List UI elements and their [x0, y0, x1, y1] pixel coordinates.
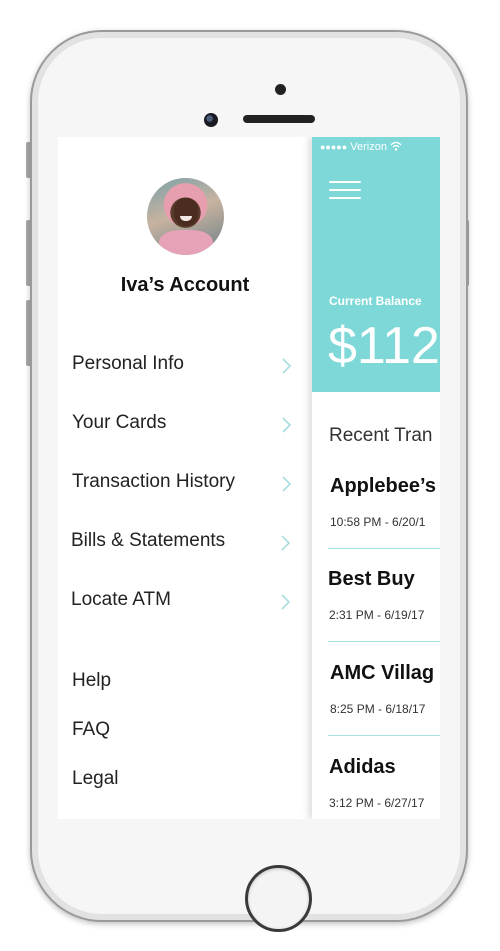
menu-item-your-cards[interactable]: Your Cards: [72, 409, 296, 439]
menu-item-transaction-history[interactable]: Transaction History: [72, 468, 296, 498]
recent-transactions-title: Recent Tran: [329, 425, 433, 446]
transaction-time: 2:31 PM - 6/19/17: [329, 608, 425, 622]
chevron-right-icon: [282, 417, 292, 433]
account-name: Iva’s Account: [120, 274, 250, 296]
status-bar: ●●●●● Verizon: [320, 141, 402, 153]
proximity-sensor: [275, 84, 286, 95]
app-screen: Iva’s Account Personal Info Your Cards T…: [58, 137, 440, 819]
divider: [328, 735, 440, 736]
menu-item-faq[interactable]: FAQ: [72, 719, 110, 741]
menu-item-help[interactable]: Help: [72, 670, 111, 692]
menu-item-label: Transaction History: [72, 471, 235, 492]
menu-item-personal-info[interactable]: Personal Info: [72, 350, 296, 380]
home-button[interactable]: [245, 865, 312, 932]
menu-item-bills-statements[interactable]: Bills & Statements: [71, 527, 295, 557]
wifi-icon: [390, 141, 402, 151]
divider: [328, 548, 440, 549]
transaction-row[interactable]: AMC Villag 8:25 PM - 6/18/17: [312, 662, 440, 756]
earpiece-speaker: [243, 115, 315, 123]
signal-strength: ●●●●●: [320, 142, 348, 152]
menu-item-label: Your Cards: [72, 412, 167, 433]
chevron-right-icon: [281, 594, 291, 610]
transaction-row[interactable]: Adidas 3:12 PM - 6/27/17: [312, 756, 440, 819]
transaction-merchant: Best Buy: [328, 568, 415, 590]
chevron-right-icon: [282, 476, 292, 492]
balance-amount: $112: [328, 317, 440, 375]
transaction-row[interactable]: Applebee’s 10:58 PM - 6/20/1: [312, 475, 440, 569]
transaction-merchant: Applebee’s: [330, 475, 436, 497]
transaction-time: 10:58 PM - 6/20/1: [330, 515, 426, 529]
carrier-name: Verizon: [350, 141, 387, 153]
avatar[interactable]: [147, 178, 224, 255]
menu-item-label: Locate ATM: [71, 589, 171, 610]
menu-item-locate-atm[interactable]: Locate ATM: [71, 586, 295, 616]
balance-header: ●●●●● Verizon Current Balance $112: [312, 137, 440, 392]
transaction-time: 3:12 PM - 6/27/17: [329, 796, 425, 810]
side-menu: Iva’s Account Personal Info Your Cards T…: [58, 137, 312, 819]
transaction-row[interactable]: Best Buy 2:31 PM - 6/19/17: [312, 568, 440, 662]
menu-item-label: Bills & Statements: [71, 530, 226, 551]
transaction-merchant: AMC Villag: [330, 662, 435, 684]
transaction-time: 8:25 PM - 6/18/17: [330, 702, 426, 716]
menu-item-label: Personal Info: [72, 353, 184, 374]
hamburger-icon[interactable]: [329, 181, 361, 201]
divider: [328, 641, 440, 642]
main-panel[interactable]: ●●●●● Verizon Current Balance $112 Recen…: [312, 137, 440, 819]
menu-item-legal[interactable]: Legal: [72, 768, 119, 790]
chevron-right-icon: [281, 535, 291, 551]
chevron-right-icon: [282, 358, 292, 374]
front-camera: [204, 113, 218, 127]
transaction-merchant: Adidas: [329, 756, 396, 778]
balance-label: Current Balance: [329, 294, 422, 308]
